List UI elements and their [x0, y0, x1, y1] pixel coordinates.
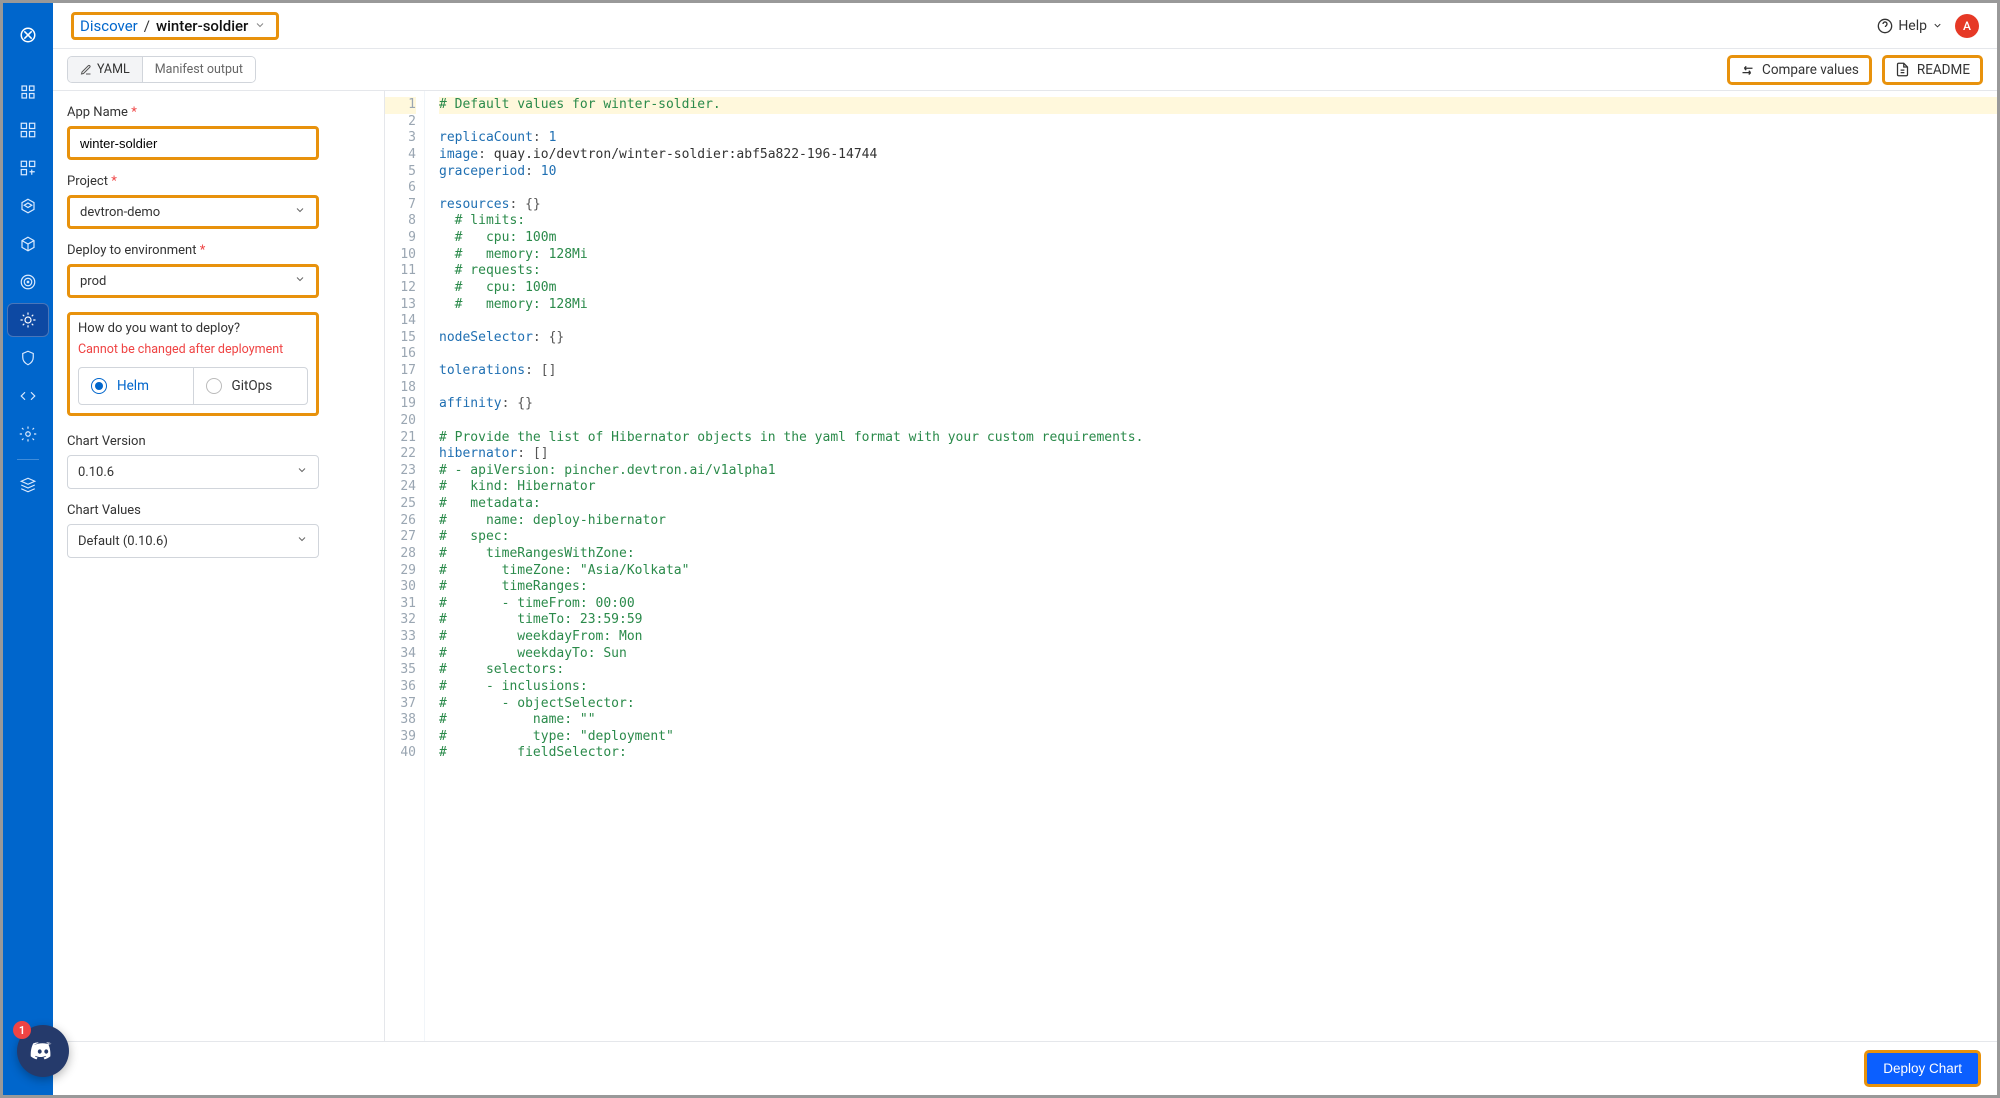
nav-target-icon[interactable] — [7, 265, 49, 299]
nav-grid-icon[interactable] — [7, 113, 49, 147]
app-root: 1 Discover / winter-soldier Help A — [0, 0, 2000, 1098]
main: Discover / winter-soldier Help A YAML — [53, 3, 1997, 1095]
chart-version-select[interactable]: 0.10.6 — [67, 455, 319, 489]
nav-stack-icon[interactable] — [7, 468, 49, 502]
chart-values-select[interactable]: Default (0.10.6) — [67, 524, 319, 558]
breadcrumb[interactable]: Discover / winter-soldier — [71, 12, 279, 40]
nav-settings-icon[interactable] — [7, 417, 49, 451]
app-name-input[interactable] — [67, 126, 319, 160]
chart-version-label: Chart Version — [67, 434, 366, 449]
deploy-method-gitops[interactable]: GitOps — [193, 368, 308, 404]
breadcrumb-current: winter-soldier — [156, 17, 248, 35]
view-mode-tabs: YAML Manifest output — [67, 56, 256, 83]
radio-icon — [91, 378, 107, 394]
deploy-method-warning: Cannot be changed after deployment — [78, 342, 308, 357]
nav-cube-icon[interactable] — [7, 227, 49, 261]
nav-cluster-icon[interactable] — [7, 189, 49, 223]
brand-logo[interactable] — [14, 21, 42, 49]
readme-button[interactable]: README — [1882, 55, 1983, 85]
chevron-down-icon — [294, 273, 306, 289]
compare-icon — [1740, 62, 1755, 77]
nav-shield-icon[interactable] — [7, 341, 49, 375]
radio-icon — [206, 378, 222, 394]
chevron-down-icon[interactable] — [254, 17, 266, 35]
tab-yaml[interactable]: YAML — [68, 57, 142, 82]
chevron-down-icon — [294, 204, 306, 220]
environment-select[interactable]: prod — [67, 264, 319, 298]
avatar[interactable]: A — [1955, 14, 1979, 38]
discord-badge: 1 — [13, 1021, 31, 1039]
deploy-chart-button[interactable]: Deploy Chart — [1864, 1050, 1981, 1087]
nav-code-icon[interactable] — [7, 379, 49, 413]
nav-apps-icon[interactable] — [7, 75, 49, 109]
line-gutter: 1234567891011121314151617181920212223242… — [385, 91, 425, 1041]
project-select[interactable]: devtron-demo — [67, 195, 319, 229]
project-label: Project * — [67, 174, 366, 189]
sidebar-divider — [17, 459, 39, 460]
nav-plus-grid-icon[interactable] — [7, 151, 49, 185]
header: Discover / winter-soldier Help A — [53, 3, 1997, 49]
document-icon — [1895, 62, 1910, 77]
toolbar: YAML Manifest output Compare values READ… — [53, 49, 1997, 91]
chart-values-label: Chart Values — [67, 503, 366, 518]
deploy-method-helm[interactable]: Helm — [79, 368, 193, 404]
code-body[interactable]: # Default values for winter-soldier. rep… — [425, 91, 1997, 1041]
breadcrumb-root[interactable]: Discover — [80, 17, 138, 35]
footer: Deploy Chart — [53, 1041, 1997, 1095]
yaml-editor[interactable]: 1234567891011121314151617181920212223242… — [385, 91, 1997, 1041]
help-menu[interactable]: Help — [1877, 18, 1943, 34]
nav-chart-store-icon[interactable] — [7, 303, 49, 337]
chevron-down-icon — [296, 464, 308, 480]
form-panel: App Name * Project * devtron-demo Deploy… — [53, 91, 385, 1041]
discord-widget[interactable]: 1 — [17, 1025, 69, 1077]
app-name-label: App Name * — [67, 105, 366, 120]
deploy-method-label: How do you want to deploy? — [78, 321, 308, 336]
compare-values-button[interactable]: Compare values — [1727, 55, 1872, 85]
content: App Name * Project * devtron-demo Deploy… — [53, 91, 1997, 1041]
chevron-down-icon — [296, 533, 308, 549]
environment-label: Deploy to environment * — [67, 243, 366, 258]
sidebar: 1 — [3, 3, 53, 1095]
deploy-method-group: How do you want to deploy? Cannot be cha… — [67, 312, 319, 416]
tab-manifest-output[interactable]: Manifest output — [142, 57, 255, 82]
